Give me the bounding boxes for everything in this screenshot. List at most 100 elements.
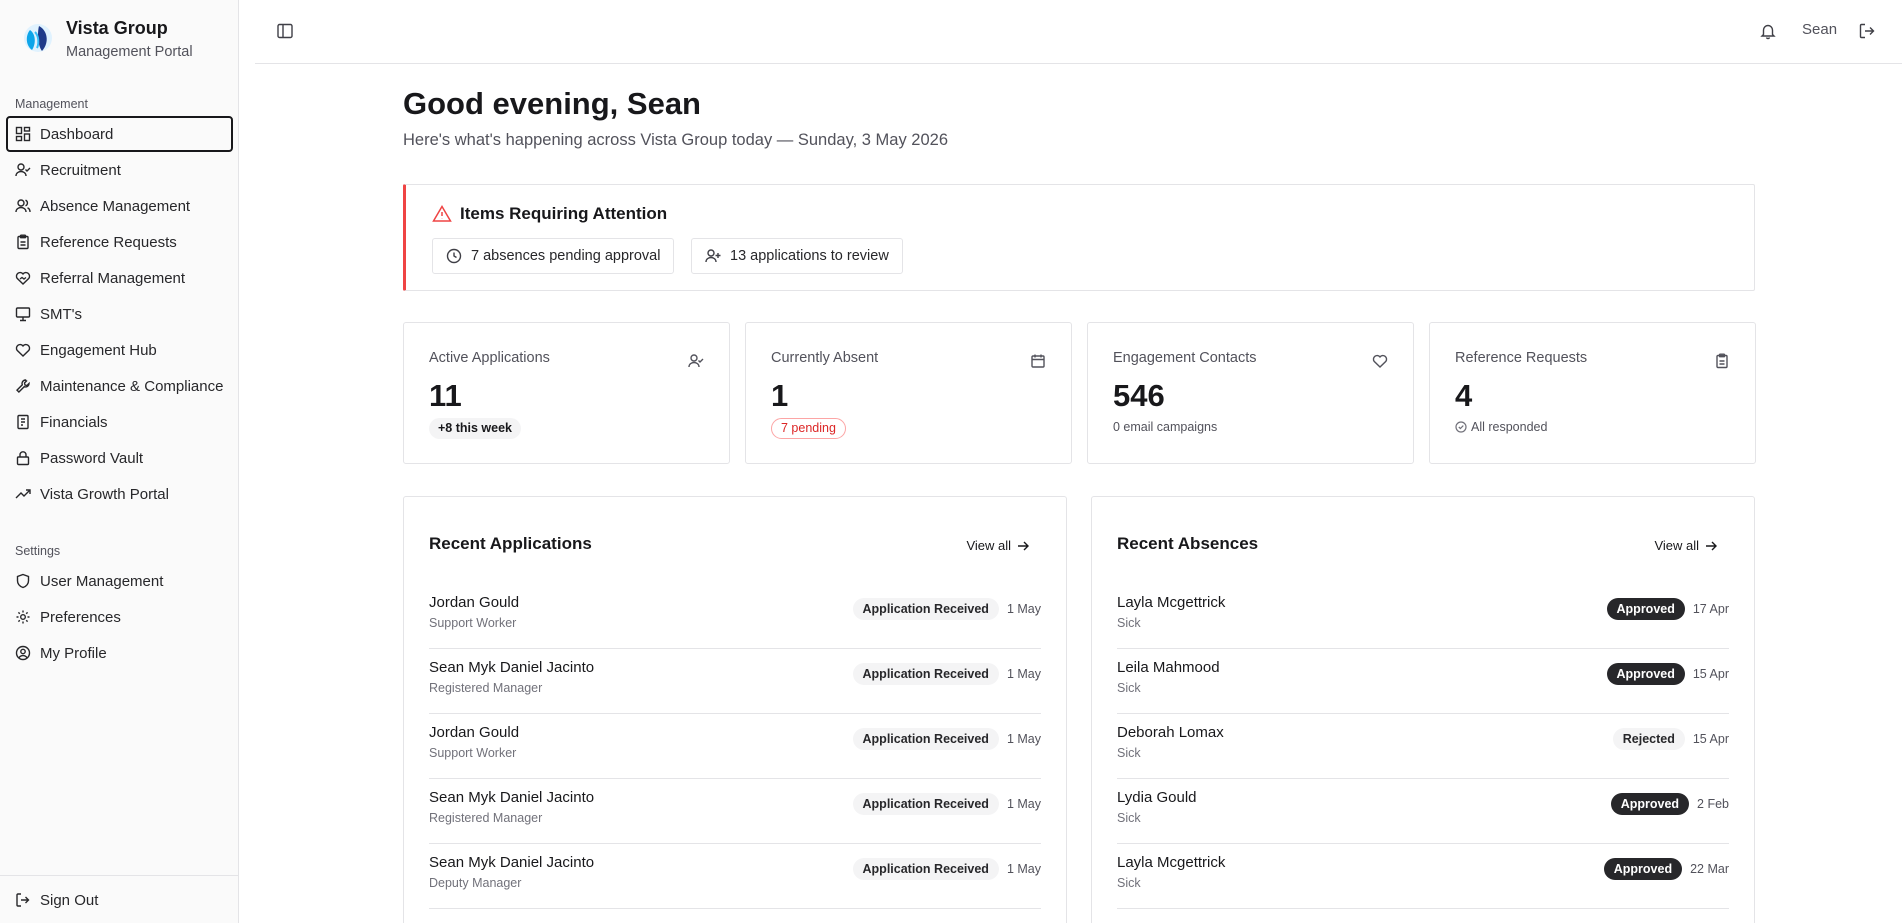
sidebar-item-label: User Management [40, 572, 164, 590]
log-out-icon [16, 893, 30, 907]
presentation-icon [15, 307, 31, 322]
applicant-name: Jordan Gould [429, 724, 520, 741]
trending-up-icon [15, 489, 31, 499]
brand[interactable]: Vista Group Management Portal [20, 14, 193, 62]
list-item[interactable]: Sean Myk Daniel Jacinto Registered Manag… [429, 649, 1041, 714]
absence-type: Sick [1117, 616, 1141, 630]
bell-icon[interactable] [1759, 22, 1777, 40]
user-circle-icon [15, 645, 31, 661]
alert-triangle-icon [432, 205, 452, 222]
applicant-role: Deputy Manager [429, 876, 522, 890]
lock-icon [16, 451, 30, 466]
stat-note: All responded [1455, 420, 1547, 434]
sidebar-toggle-icon[interactable] [276, 22, 294, 40]
row-meta: Application Received 1 May [852, 728, 1041, 750]
row-date: 2 Feb [1697, 797, 1729, 811]
row-meta: Approved 17 Apr [1606, 598, 1729, 620]
applications-review-chip[interactable]: 13 applications to review [691, 238, 903, 274]
calendar-icon [1031, 354, 1045, 368]
globe-logo-icon [24, 24, 52, 52]
wrench-icon [16, 379, 30, 393]
employee-name: Layla Mcgettrick [1117, 594, 1226, 611]
view-all-applications-button[interactable]: View all [966, 538, 1030, 553]
list-item[interactable]: Deborah Lomax Sick Rejected 15 Apr [1117, 714, 1729, 779]
row-meta: Application Received 1 May [852, 858, 1041, 880]
sidebar-item-label: Dashboard [40, 125, 114, 143]
chip-label: 13 applications to review [730, 248, 889, 264]
row-date: 1 May [1006, 667, 1041, 681]
stat-card-engagement-contacts[interactable]: Engagement Contacts 546 0 email campaign… [1087, 322, 1414, 464]
sidebar-item-label: Reference Requests [40, 233, 177, 251]
shield-icon [16, 573, 30, 589]
brand-name: Vista Group [66, 18, 168, 38]
sidebar-item-engagement-hub[interactable]: Engagement Hub [6, 332, 233, 368]
sidebar-item-vista-growth-portal[interactable]: Vista Growth Portal [6, 476, 233, 512]
sidebar-item-referral-management[interactable]: Referral Management [6, 260, 233, 296]
dashboard-icon [15, 126, 31, 142]
view-all-label: View all [966, 538, 1011, 553]
sign-out-label: Sign Out [40, 891, 99, 909]
log-out-icon[interactable] [1858, 22, 1876, 40]
stat-card-currently-absent[interactable]: Currently Absent 1 7 pending [745, 322, 1072, 464]
sidebar-item-dashboard[interactable]: Dashboard [6, 116, 233, 152]
row-meta: Application Received 1 May [852, 663, 1041, 685]
applicant-name: Sean Myk Daniel Jacinto [429, 659, 595, 676]
sidebar-footer: Sign Out [0, 875, 239, 923]
clipboard-icon [1716, 353, 1728, 369]
settings-nav: Settings User Management Preferences My … [0, 539, 239, 671]
applicant-role: Support Worker [429, 616, 517, 630]
applicant-name: Sean Myk Daniel Jacinto [429, 789, 595, 806]
list-item[interactable]: Lydia Gould Sick Approved 2 Feb [1117, 779, 1729, 844]
sidebar-item-label: Absence Management [40, 197, 191, 215]
sidebar-item-reference-requests[interactable]: Reference Requests [6, 224, 233, 260]
list-item[interactable]: Layla Mcgettrick Sick Approved 22 Mar [1117, 844, 1729, 909]
absence-type: Sick [1117, 811, 1141, 825]
stat-card-reference-requests[interactable]: Reference Requests 4 All responded [1429, 322, 1756, 464]
user-check-icon [688, 354, 704, 368]
applicant-name: Jordan Gould [429, 594, 520, 611]
list-item[interactable]: Sean Myk Daniel Jacinto Deputy Manager A… [429, 844, 1041, 909]
stat-badge: +8 this week [429, 418, 521, 439]
sidebar-item-user-management[interactable]: User Management [6, 563, 233, 599]
sidebar-item-smts[interactable]: SMT's [6, 296, 233, 332]
sidebar-item-password-vault[interactable]: Password Vault [6, 440, 233, 476]
list-item[interactable]: Sean Myk Daniel Jacinto Registered Manag… [429, 779, 1041, 844]
applicant-role: Registered Manager [429, 681, 543, 695]
list-item[interactable]: Jordan Gould Support Worker Application … [429, 714, 1041, 779]
row-date: 1 May [1006, 797, 1041, 811]
stat-value: 11 [429, 378, 462, 413]
current-user-name[interactable]: Sean [1802, 21, 1837, 38]
employee-name: Lydia Gould [1117, 789, 1197, 806]
sidebar-item-label: Recruitment [40, 161, 121, 179]
list-item[interactable]: Layla Mcgettrick Sick Approved 17 Apr [1117, 584, 1729, 649]
view-all-label: View all [1654, 538, 1699, 553]
applicant-role: Registered Manager [429, 811, 543, 825]
sidebar-item-my-profile[interactable]: My Profile [6, 635, 233, 671]
sidebar-item-absence-management[interactable]: Absence Management [6, 188, 233, 224]
settings-heading: Settings [15, 544, 61, 558]
sidebar-item-recruitment[interactable]: Recruitment [6, 152, 233, 188]
row-date: 15 Apr [1692, 667, 1729, 681]
sidebar-item-preferences[interactable]: Preferences [6, 599, 233, 635]
stat-value: 1 [771, 378, 789, 413]
sidebar-item-financials[interactable]: Financials [6, 404, 233, 440]
sidebar-item-label: Referral Management [40, 269, 186, 287]
sidebar-item-maintenance-compliance[interactable]: Maintenance & Compliance [6, 368, 233, 404]
list-item[interactable]: Leila Mahmood Sick Approved 15 Apr [1117, 649, 1729, 714]
stat-card-active-applications[interactable]: Active Applications 11 +8 this week [403, 322, 730, 464]
arrow-right-icon [1018, 541, 1029, 550]
sidebar-item-label: Financials [40, 413, 108, 431]
view-all-absences-button[interactable]: View all [1654, 538, 1718, 553]
stat-label: Reference Requests [1455, 350, 1588, 366]
status-badge: Application Received [852, 858, 999, 880]
attention-card: Items Requiring Attention 7 absences pen… [403, 184, 1755, 291]
applications-list: Jordan Gould Support Worker Application … [429, 584, 1041, 909]
row-date: 22 Mar [1690, 862, 1729, 876]
absence-type: Sick [1117, 746, 1141, 760]
page-subtitle: Here's what's happening across Vista Gro… [403, 131, 948, 149]
list-item[interactable]: Jordan Gould Support Worker Application … [429, 584, 1041, 649]
stat-value: 4 [1455, 378, 1473, 413]
absences-pending-chip[interactable]: 7 absences pending approval [432, 238, 675, 274]
sign-out-button[interactable]: Sign Out [6, 882, 233, 918]
sidebar-item-label: Vista Growth Portal [40, 485, 169, 503]
